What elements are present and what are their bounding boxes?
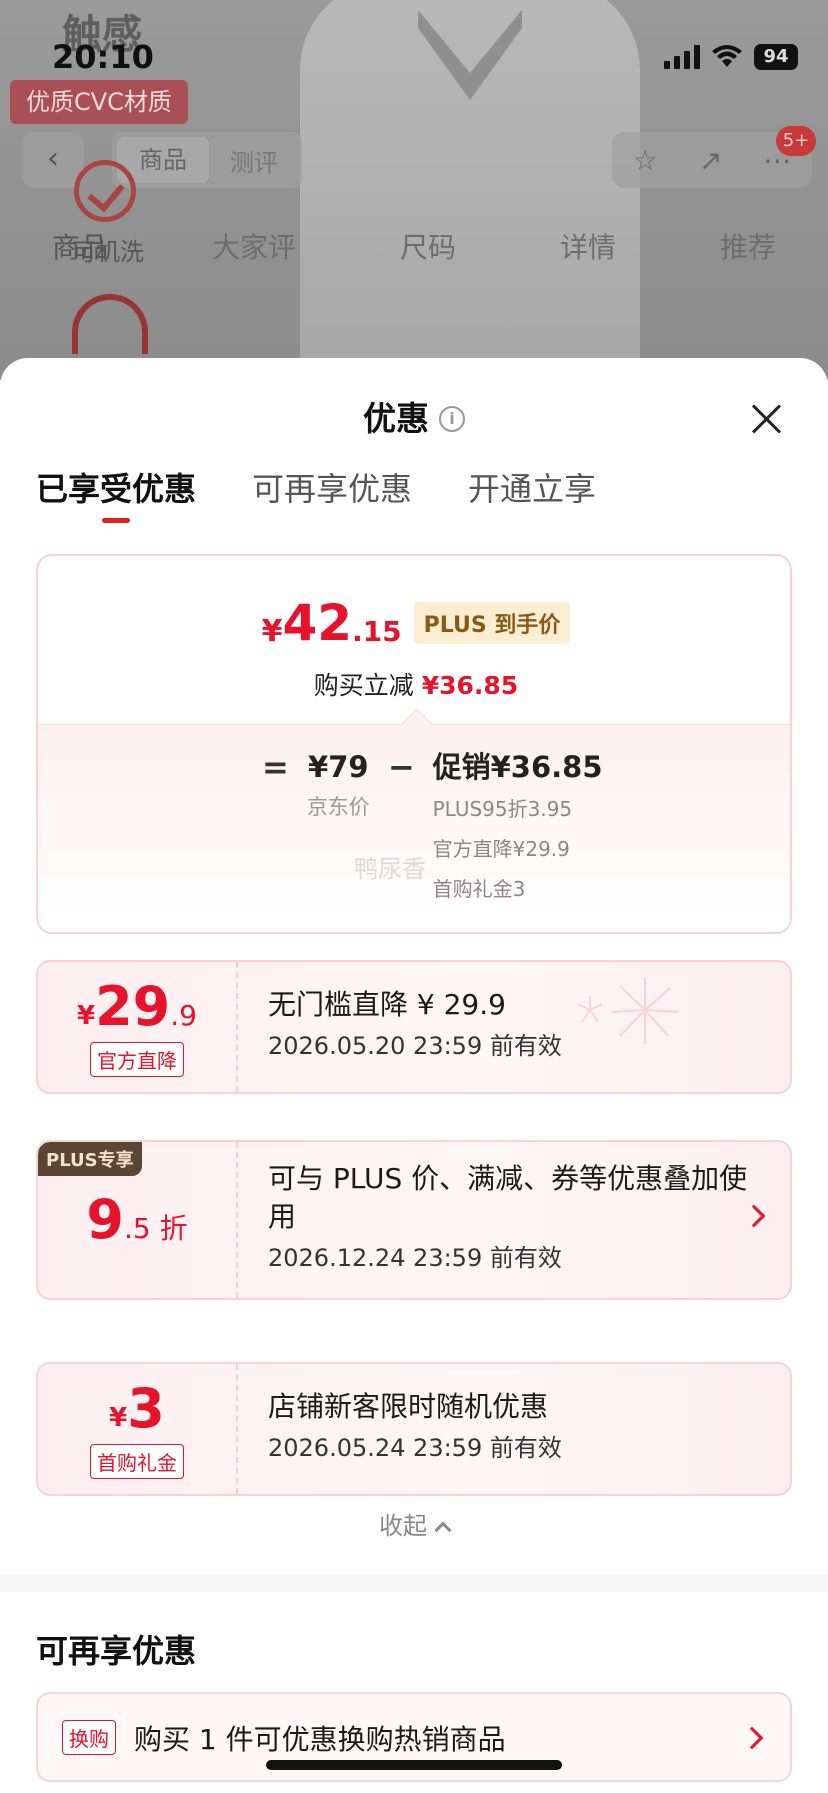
final-price-row: ¥ 42 .15 PLUS 到手价 bbox=[38, 594, 790, 652]
coupon-expiry: 2026.12.24 23:59 前有效 bbox=[268, 1244, 562, 1272]
coupon-info: 无门槛直降 ¥ 29.9 2026.05.20 23:59 前有效 bbox=[268, 962, 748, 1092]
wifi-icon bbox=[712, 45, 742, 67]
final-price: ¥ 42 .15 bbox=[262, 594, 402, 652]
product-image bbox=[300, 0, 640, 380]
coupon-plus-discount[interactable]: PLUS专享 9 .5 折 可与 PLUS 价、满减、券等优惠叠加使用 2026… bbox=[36, 1140, 792, 1300]
home-indicator bbox=[266, 1760, 562, 1770]
star-icon[interactable]: ☆ bbox=[633, 144, 658, 177]
summary-top: ¥ 42 .15 PLUS 到手价 购买立减 ¥36.85 bbox=[38, 556, 790, 726]
breakdown-formula: = ¥79 京东价 − 促销¥36.85 PLUS95折3.95 官方直降¥29… bbox=[262, 745, 603, 909]
nav-tab-product[interactable]: 商品 bbox=[52, 226, 108, 266]
coupon-amount-block: ¥ 3 首购礼金 bbox=[38, 1364, 238, 1494]
coupon-title: 店铺新客限时随机优惠 bbox=[268, 1390, 549, 1423]
product-nav-tabs: 商品 大家评 尺码 详情 推荐 bbox=[0, 226, 828, 266]
info-icon[interactable]: i bbox=[439, 406, 465, 432]
tab-more-discounts[interactable]: 可再享优惠 bbox=[252, 466, 412, 520]
coupon-first-purchase[interactable]: ¥ 3 首购礼金 店铺新客限时随机优惠 2026.05.24 23:59 前有效 bbox=[36, 1362, 792, 1496]
currency-symbol: ¥ bbox=[261, 614, 283, 649]
promo-item: 官方直降¥29.9 bbox=[432, 837, 570, 861]
coupon-amount: 9 .5 折 bbox=[86, 1191, 187, 1249]
promo-item: 首购礼金3 bbox=[432, 877, 526, 901]
reduction-label: 购买立减 bbox=[313, 671, 414, 700]
nav-tab-recommend[interactable]: 推荐 bbox=[720, 226, 776, 266]
message-badge: 5+ bbox=[776, 126, 816, 156]
coupon-amount: ¥ 3 bbox=[109, 1376, 165, 1440]
battery-indicator: 94 bbox=[754, 44, 798, 70]
sheet-title: 优惠 bbox=[363, 399, 429, 438]
coupon-info: 店铺新客限时随机优惠 2026.05.24 23:59 前有效 bbox=[268, 1364, 748, 1494]
price-breakdown: = ¥79 京东价 − 促销¥36.85 PLUS95折3.95 官方直降¥29… bbox=[38, 708, 790, 932]
status-indicators: 94 bbox=[664, 44, 798, 70]
collapse-button[interactable]: 收起 bbox=[0, 1506, 828, 1541]
coupon-amount-int: 9 bbox=[86, 1188, 124, 1251]
coupon-type-tag: 首购礼金 bbox=[90, 1443, 184, 1479]
watermark: 鸭尿香 bbox=[354, 855, 426, 883]
jd-price-col: ¥79 京东价 bbox=[307, 745, 370, 825]
coupon-amount-block: 9 .5 折 bbox=[38, 1142, 238, 1298]
close-icon[interactable] bbox=[750, 402, 784, 436]
exchange-tag: 换购 bbox=[62, 1720, 116, 1755]
segment-control: 商品 测评 bbox=[112, 132, 302, 188]
coupon-amount-dec: .5 折 bbox=[123, 1212, 188, 1245]
coupon-expiry: 2026.05.24 23:59 前有效 bbox=[268, 1434, 562, 1462]
chevron-up-icon bbox=[434, 1521, 452, 1539]
section-divider bbox=[0, 1574, 828, 1592]
coupon-currency: ¥ bbox=[109, 1402, 128, 1433]
price-integer: 42 bbox=[282, 594, 353, 652]
coupon-title: 无门槛直降 ¥ 29.9 bbox=[268, 988, 506, 1021]
material-tag: 优质CVC材质 bbox=[10, 80, 188, 124]
sheet-header: 优惠 i bbox=[0, 392, 828, 446]
sheet-title-row: 优惠 i bbox=[0, 392, 828, 446]
collapse-label: 收起 bbox=[379, 1512, 427, 1540]
more-discounts-title: 可再享优惠 bbox=[36, 1632, 197, 1670]
plus-price-tag: PLUS 到手价 bbox=[413, 602, 571, 644]
machine-wash-icon bbox=[74, 160, 136, 222]
coupon-amount-dec: .9 bbox=[170, 998, 197, 1032]
promo-total: 促销¥36.85 bbox=[432, 750, 603, 784]
price-decimal: .15 bbox=[352, 615, 402, 648]
jd-price: ¥79 bbox=[308, 750, 369, 784]
tab-enjoyed[interactable]: 已享受优惠 bbox=[36, 466, 196, 523]
coupon-expiry: 2026.05.20 23:59 前有效 bbox=[268, 1032, 562, 1060]
coupon-title: 可与 PLUS 价、满减、券等优惠叠加使用 bbox=[268, 1162, 748, 1233]
coupon-amount-int: 29 bbox=[95, 974, 171, 1038]
coupon-amount: ¥ 29 .9 bbox=[77, 974, 197, 1038]
status-time: 20:10 bbox=[52, 38, 154, 76]
chevron-right-icon[interactable] bbox=[740, 1726, 764, 1750]
coupon-type-tag: 官方直降 bbox=[90, 1041, 184, 1077]
share-icon[interactable]: ↗ bbox=[699, 144, 722, 177]
instant-reduction: 购买立减 ¥36.85 bbox=[38, 666, 790, 702]
equals-sign: = bbox=[262, 748, 289, 786]
promo-item: PLUS95折3.95 bbox=[432, 797, 573, 821]
coupon-amount-block: ¥ 29 .9 官方直降 bbox=[38, 962, 238, 1092]
discount-tabs: 已享受优惠 可再享优惠 开通立享 bbox=[36, 466, 596, 523]
exchange-text: 购买 1 件可优惠换购热销商品 bbox=[134, 1723, 506, 1756]
tab-activate[interactable]: 开通立享 bbox=[468, 466, 596, 520]
nav-tab-size[interactable]: 尺码 bbox=[400, 226, 456, 266]
coupon-amount-int: 3 bbox=[127, 1376, 165, 1440]
price-summary-card: ¥ 42 .15 PLUS 到手价 购买立减 ¥36.85 = ¥79 京东价 … bbox=[36, 554, 792, 934]
jd-price-label: 京东价 bbox=[306, 795, 370, 819]
minus-sign: − bbox=[387, 748, 415, 786]
segment-review[interactable]: 测评 bbox=[210, 143, 298, 178]
back-button[interactable]: ‹ bbox=[22, 132, 84, 188]
nav-tab-details[interactable]: 详情 bbox=[560, 226, 616, 266]
discount-sheet: 优惠 i 已享受优惠 可再享优惠 开通立享 ¥ 42 .15 PLUS 到手价 … bbox=[0, 358, 828, 1793]
reduction-value: ¥36.85 bbox=[421, 671, 519, 700]
nav-tab-reviews[interactable]: 大家评 bbox=[212, 226, 296, 266]
coupon-currency: ¥ bbox=[77, 1000, 96, 1031]
promo-col: 促销¥36.85 PLUS95折3.95 官方直降¥29.9 首购礼金3 bbox=[433, 745, 603, 909]
signal-icon bbox=[664, 45, 700, 69]
coupon-info: 可与 PLUS 价、满减、券等优惠叠加使用 2026.12.24 23:59 前… bbox=[268, 1142, 748, 1298]
coupon-official-discount[interactable]: ¥ 29 .9 官方直降 无门槛直降 ¥ 29.9 2026.05.20 23:… bbox=[36, 960, 792, 1094]
no-bleach-icon bbox=[72, 294, 148, 354]
